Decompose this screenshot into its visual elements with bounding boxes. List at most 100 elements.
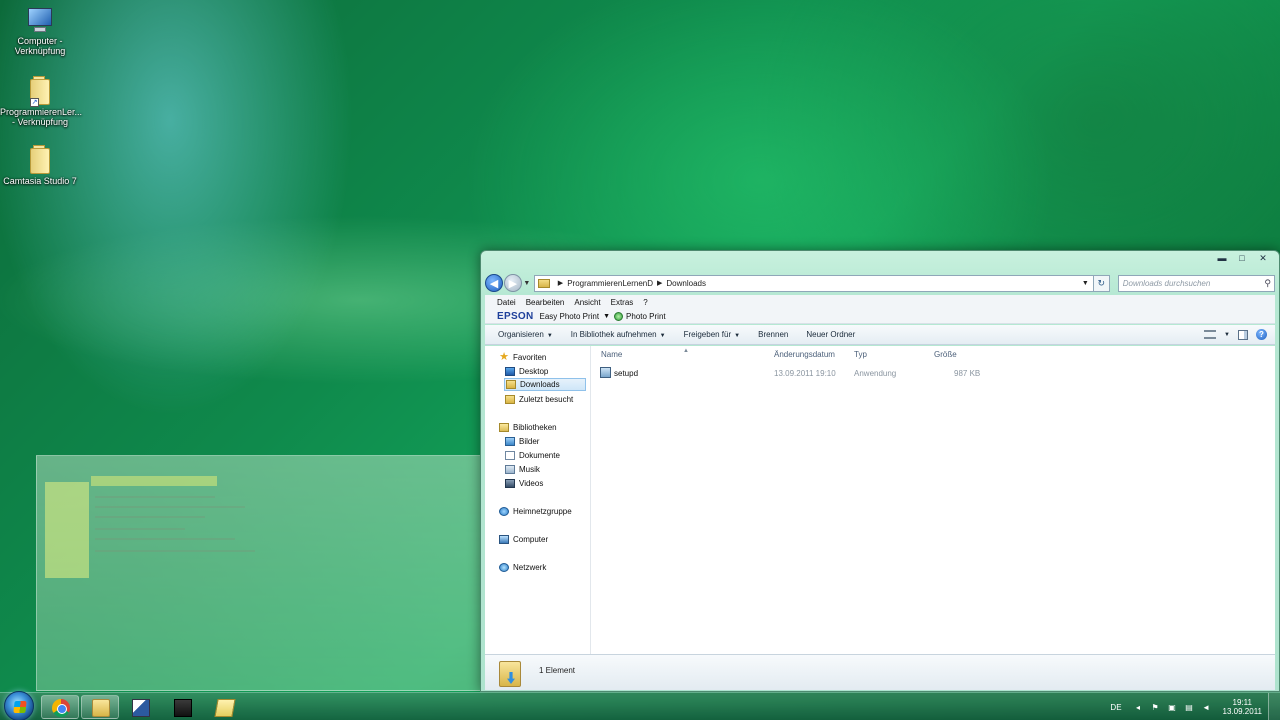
nav-label: Dokumente [519, 451, 560, 460]
breadcrumb-separator-icon[interactable]: ▶ [657, 279, 662, 287]
explorer-folder-icon [92, 699, 110, 717]
forward-button[interactable]: ▶ [503, 274, 522, 292]
file-size: 987 KB [954, 369, 981, 378]
share-button[interactable]: Freigeben für ▼ [684, 330, 741, 339]
explorer-window[interactable]: ▬ □ ✕ ◀ ▶ ▼ ▶ ProgrammierenLernenD ▶ Dow… [480, 250, 1280, 692]
minimize-button[interactable]: ▬ [1213, 253, 1231, 265]
show-desktop-button[interactable] [1268, 693, 1280, 720]
close-button[interactable]: ✕ [1253, 253, 1273, 265]
language-indicator[interactable]: DE [1110, 703, 1121, 712]
search-placeholder: Downloads durchsuchen [1122, 278, 1211, 288]
chevron-down-icon[interactable]: ▼ [1224, 332, 1230, 338]
caption-buttons: ▬ □ ✕ [1213, 253, 1273, 265]
breadcrumb-item[interactable]: Downloads [666, 279, 706, 288]
include-library-button[interactable]: In Bibliothek aufnehmen ▼ [571, 330, 666, 339]
nav-pictures[interactable]: Bilder [505, 435, 539, 448]
taskbar: DE ◂ ⚑ ▣ ▤ ◄ 19:11 13.09.2011 [0, 691, 1280, 720]
chevron-left-icon[interactable]: ◂ [1134, 703, 1143, 712]
desktop-icon-camtasia[interactable]: Camtasia Studio 7 [0, 144, 80, 186]
nav-videos[interactable]: Videos [505, 477, 543, 490]
nav-favorites[interactable]: ★ Favoriten [499, 351, 546, 364]
menu-tools[interactable]: Extras [611, 298, 634, 307]
nav-libraries[interactable]: Bibliotheken [499, 421, 557, 434]
column-header-date[interactable]: Änderungsdatum [774, 350, 835, 359]
nav-documents[interactable]: Dokumente [505, 449, 560, 462]
menu-view[interactable]: Ansicht [574, 298, 600, 307]
downloads-folder-icon [506, 380, 516, 389]
back-button[interactable]: ◀ [485, 274, 503, 292]
taskbar-app[interactable] [121, 695, 159, 719]
details-pane: 1 Element [485, 654, 1275, 690]
burn-button[interactable]: Brennen [758, 330, 788, 339]
epson-toolbar: EPSON Easy Photo Print ▼ Photo Print [485, 309, 1275, 324]
windows-logo-icon [13, 701, 27, 713]
nav-label: Downloads [520, 380, 560, 389]
refresh-button[interactable]: ↻ [1093, 274, 1110, 292]
desktop-icon-computer[interactable]: Computer - Verknüpfung [0, 8, 80, 56]
maximize-button[interactable]: □ [1233, 253, 1251, 265]
column-label: Name [601, 350, 623, 359]
clock[interactable]: 19:11 13.09.2011 [1223, 698, 1262, 716]
view-options-icon[interactable] [1204, 330, 1217, 339]
nav-recent[interactable]: Zuletzt besucht [505, 393, 573, 406]
organize-label: Organisieren [498, 330, 544, 339]
start-button[interactable] [4, 691, 34, 720]
nav-computer[interactable]: Computer [499, 533, 548, 546]
device-icon[interactable]: ▣ [1168, 703, 1177, 712]
desktop-icon-label: Camtasia Studio 7 [3, 176, 77, 186]
search-input[interactable]: Downloads durchsuchen ⚲ [1117, 274, 1275, 292]
chevron-down-icon: ▼ [734, 333, 741, 339]
address-row: ◀ ▶ ▼ ▶ ProgrammierenLernenD ▶ Downloads… [485, 273, 1275, 293]
address-dropdown-icon[interactable]: ▼ [1082, 280, 1089, 287]
table-row[interactable]: setupd 13.09.2011 19:10 Anwendung 987 KB [600, 365, 990, 381]
menu-file[interactable]: Datei [497, 298, 516, 307]
volume-icon[interactable]: ◄ [1202, 703, 1211, 712]
menu-help[interactable]: ? [643, 298, 647, 307]
documents-icon [505, 451, 515, 460]
command-bar: Organisieren ▼ In Bibliothek aufnehmen ▼ F… [485, 325, 1275, 345]
action-center-flag-icon[interactable]: ⚑ [1151, 703, 1160, 712]
column-header-name[interactable]: Name ▲ [601, 348, 689, 359]
libraries-icon [499, 423, 509, 432]
application-icon [132, 699, 150, 717]
photo-print-button[interactable]: Photo Print [626, 312, 666, 321]
nav-label: Bibliotheken [513, 423, 557, 432]
help-icon[interactable]: ? [1256, 329, 1267, 340]
epson-logo: EPSON [497, 310, 534, 322]
computer-shortcut-icon [25, 8, 55, 34]
desktop-icon-label: - Verknüpfung [11, 117, 69, 127]
taskbar-camtasia[interactable] [163, 695, 201, 719]
new-folder-button[interactable]: Neuer Ordner [806, 330, 855, 339]
nav-music[interactable]: Musik [505, 463, 540, 476]
nav-label: Netzwerk [513, 563, 547, 572]
chevron-down-icon[interactable]: ▼ [603, 313, 610, 320]
column-header-type[interactable]: Typ [854, 350, 867, 359]
nav-network[interactable]: Netzwerk [499, 561, 546, 574]
address-bar[interactable]: ▶ ProgrammierenLernenD ▶ Downloads ▼ [533, 274, 1094, 292]
taskbar-explorer[interactable] [81, 695, 119, 719]
network-tray-icon[interactable]: ▤ [1185, 703, 1194, 712]
homegroup-icon [499, 507, 509, 516]
navigation-pane: ★ Favoriten Desktop Downloads Zuletzt bes… [485, 346, 591, 654]
nav-downloads[interactable]: Downloads [504, 378, 586, 391]
include-library-label: In Bibliothek aufnehmen [570, 330, 657, 339]
star-icon: ★ [499, 351, 509, 363]
menu-edit[interactable]: Bearbeiten [526, 298, 565, 307]
taskbar-sticky-notes[interactable] [205, 695, 243, 719]
breadcrumb-separator-icon[interactable]: ▶ [558, 279, 563, 287]
desktop-icon-label: Verknüpfung [14, 46, 66, 56]
nav-label: Computer [513, 535, 549, 544]
taskbar-chrome[interactable] [41, 695, 79, 719]
search-icon: ⚲ [1264, 277, 1271, 288]
nav-label: Bilder [519, 437, 540, 446]
nav-homegroup[interactable]: Heimnetzgruppe [499, 505, 572, 518]
organize-button[interactable]: Organisieren ▼ [498, 330, 553, 339]
breadcrumb-item[interactable]: ProgrammierenLernenD [567, 279, 653, 288]
easy-photo-print-button[interactable]: Easy Photo Print [540, 312, 600, 321]
refresh-icon: ↻ [1097, 277, 1106, 288]
preview-pane-icon[interactable] [1238, 329, 1248, 340]
column-header-size[interactable]: Größe [934, 350, 957, 359]
recent-pages-dropdown[interactable]: ▼ [522, 280, 532, 287]
nav-desktop[interactable]: Desktop [505, 365, 548, 378]
desktop-icon-programmieren[interactable]: ↗ ProgrammierenLer... - Verknüpfung [0, 75, 82, 127]
